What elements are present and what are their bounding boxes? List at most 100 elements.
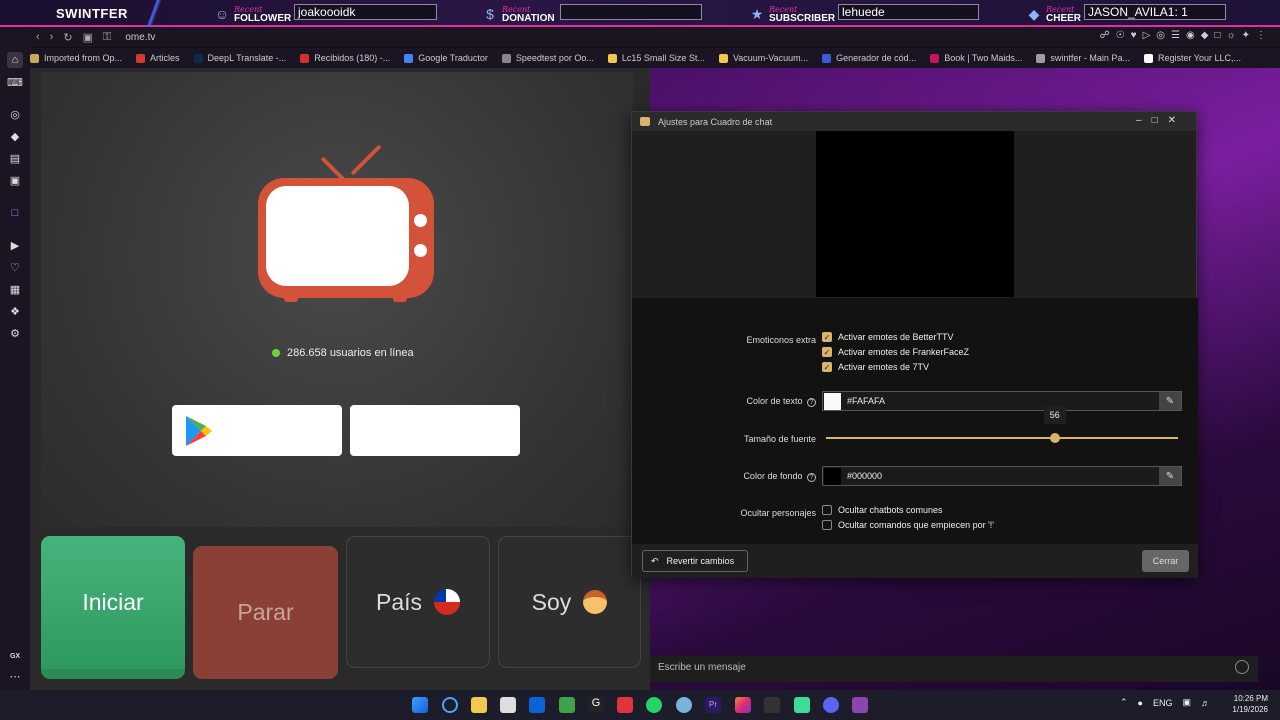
gx-label[interactable]: GX [7,649,23,665]
wallet-icon[interactable]: ◆ [7,129,23,145]
follower-value: joakoooidk [294,4,437,20]
bookmark-item[interactable]: Recibidos (180) -... [300,53,390,63]
url-text[interactable]: ome.tv [125,32,155,43]
forward-icon[interactable]: › [50,31,54,43]
app-icon[interactable] [559,697,575,713]
emote-option-7tv[interactable]: ✓ Activar emotes de 7TV [822,362,929,372]
address-bar: ‹ › ↻ ▣ ⚿ ome.tv ☍☉♥▷◎☰◉◆□☼✦⋮ [0,27,1280,47]
bookmark-item[interactable]: Articles [136,53,180,63]
bookmark-label: Book | Two Maids... [944,53,1023,63]
more-icon[interactable]: ⋯ [7,669,23,685]
clock[interactable]: 10:26 PM 1/19/2026 [1222,693,1268,715]
font-size-slider-track[interactable] [826,437,1178,439]
subscriber-label: SUBSCRIBER [769,12,836,24]
bookmark-item[interactable]: Register Your LLC,... [1143,53,1241,63]
start-button[interactable]: Iniciar [41,536,185,679]
app-icon[interactable]: G [588,697,604,713]
bookmark-item[interactable]: Google Traductor [404,53,488,63]
microphone-icon[interactable]: ● [1138,698,1143,708]
app-icon[interactable] [676,697,692,713]
color-swatch[interactable] [824,392,841,410]
gallery-icon[interactable]: ▤ [7,151,23,167]
toolbar-icons[interactable]: ☍☉♥▷◎☰◉◆□☼✦⋮ [1100,30,1272,41]
checkbox-unchecked-icon[interactable] [822,505,832,515]
windows-start-icon[interactable] [412,697,428,713]
checkbox-unchecked-icon[interactable] [822,520,832,530]
cheer-label: CHEER [1046,12,1082,24]
tv-knob [414,214,427,227]
eyedropper-icon[interactable]: ✎ [1159,392,1181,410]
diamond-icon[interactable]: ❖ [7,304,23,320]
search-icon[interactable] [442,697,458,713]
bg-color-field[interactable]: #000000 ✎ [822,466,1182,486]
gamepad-icon[interactable]: ⌨ [7,75,23,91]
chevron-up-icon[interactable]: ⌃ [1120,697,1128,708]
gender-button[interactable]: Soy [498,536,641,668]
box-icon[interactable]: ▣ [7,173,23,189]
stop-button[interactable]: Parar [193,546,338,679]
checkbox-label: Ocultar chatbots comunes [838,505,943,515]
monitor-icon[interactable]: ▣ [1183,697,1192,708]
bookmark-item[interactable]: Lc15 Small Size St... [607,53,705,63]
color-swatch[interactable] [824,467,841,485]
hide-commands-option[interactable]: Ocultar comandos que empiecen por '!' [822,520,994,530]
bookmark-item[interactable]: Generador de cód... [822,53,916,63]
reload-icon[interactable]: ↻ [63,31,72,44]
hide-bots-option[interactable]: Ocultar chatbots comunes [822,505,943,515]
app-store-button[interactable] [350,405,520,456]
app-icon [640,117,650,126]
close-icon[interactable]: ✕ [1168,115,1186,126]
emoji-icon[interactable] [1235,660,1249,674]
bookmark-item[interactable]: Speedtest por Oo... [501,53,594,63]
twitch-icon[interactable]: □ [7,205,23,221]
emote-option-bttv[interactable]: ✓ Activar emotes de BetterTTV [822,332,954,342]
close-button[interactable]: Cerrar [1142,550,1189,572]
bookmark-favicon [930,53,940,63]
help-icon[interactable]: ? [807,473,816,482]
help-icon[interactable]: ? [807,398,816,407]
maximize-icon[interactable]: □ [1152,115,1168,126]
whatsapp-icon[interactable] [646,697,662,713]
country-button[interactable]: País [346,536,490,668]
settings-icon[interactable]: ⚙ [7,326,23,342]
bookmark-item[interactable]: Imported from Op... [30,53,122,63]
emote-option-ffz[interactable]: ✓ Activar emotes de FrankerFaceZ [822,347,969,357]
checkbox-checked-icon[interactable]: ✓ [822,332,832,342]
minimize-icon[interactable]: – [1136,115,1152,126]
streamer-bot-icon[interactable] [794,697,810,713]
bookmark-item[interactable]: DeepL Translate -... [193,53,286,63]
eyedropper-icon[interactable]: ✎ [1159,467,1181,485]
file-explorer-icon[interactable] [471,697,487,713]
store-icon[interactable] [500,697,516,713]
speaker-icon[interactable]: ♬ [1201,698,1210,708]
bookmark-icon[interactable]: ▦ [7,282,23,298]
checkbox-checked-icon[interactable]: ✓ [822,347,832,357]
heart-icon[interactable]: ♡ [7,260,23,276]
revert-button[interactable]: ↶ Revertir cambios [642,550,748,572]
bookmark-label: Recibidos (180) -... [314,53,391,63]
play-icon[interactable]: ▶ [7,238,23,254]
outlook-icon[interactable] [529,697,545,713]
language-indicator[interactable]: ENG [1153,698,1173,708]
checkbox-checked-icon[interactable]: ✓ [822,362,832,372]
back-icon[interactable]: ‹ [36,31,40,43]
opera-gx-icon[interactable] [617,697,633,713]
text-color-field[interactable]: #FAFAFA ✎ [822,391,1182,411]
discord-icon[interactable] [823,697,839,713]
revert-label: Revertir cambios [666,556,735,566]
bg-color-label: Color de fondo [743,471,803,481]
app-icon[interactable] [852,697,868,713]
bookmark-item[interactable]: Vacuum-Vacuum... [718,53,808,63]
bookmark-item[interactable]: Book | Two Maids... [930,53,1022,63]
font-size-slider-thumb[interactable] [1049,433,1060,443]
camera-icon[interactable]: ▣ [83,31,93,44]
bg-color-value: #000000 [847,471,883,481]
chat-input[interactable]: Escribe un mensaje [650,656,1258,682]
bookmark-item[interactable]: swintfer - Main Pa... [1036,53,1130,63]
app-icon[interactable] [764,697,780,713]
google-play-button[interactable] [172,405,342,456]
instagram-icon[interactable] [735,697,751,713]
premiere-icon[interactable]: Pr [705,697,721,713]
home-icon[interactable]: ⌂ [7,52,23,68]
vpn-icon[interactable]: ◎ [7,107,23,123]
